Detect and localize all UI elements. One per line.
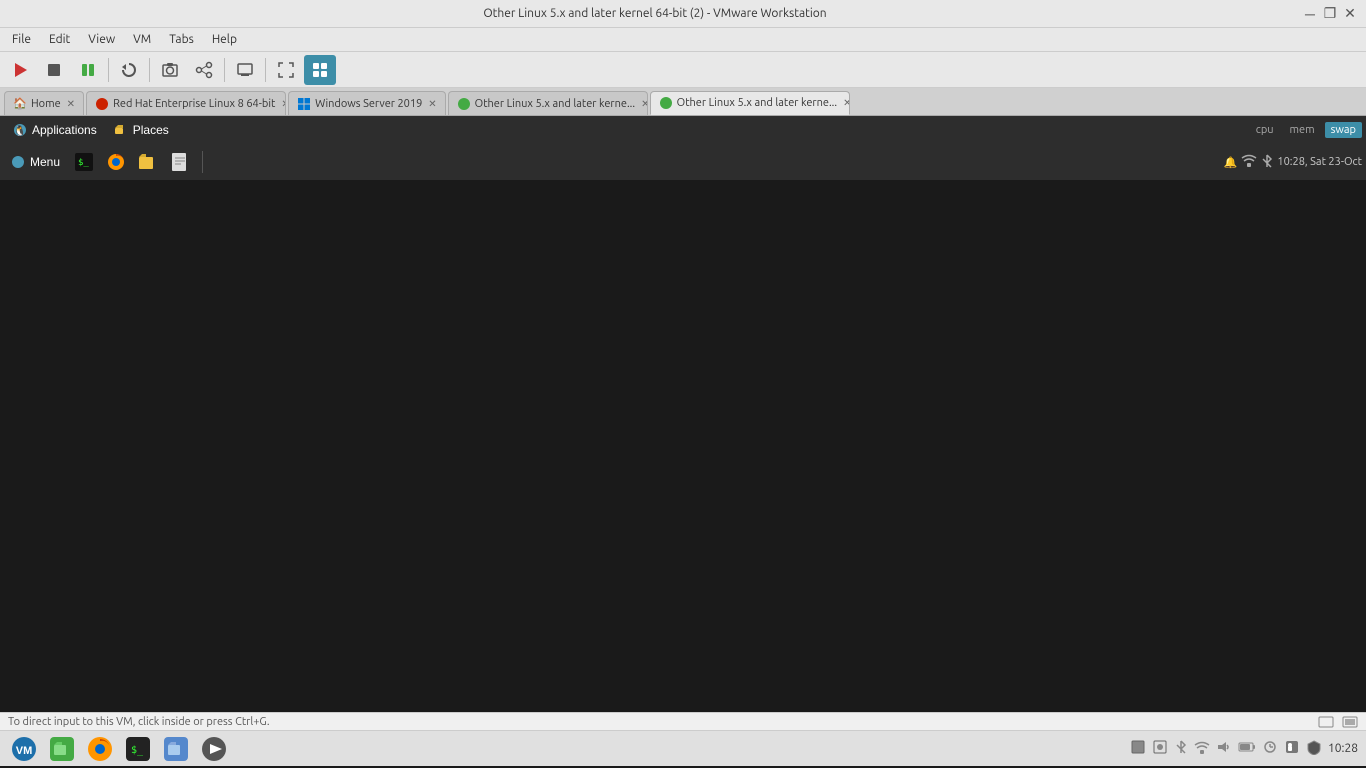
cpu-indicator: cpu xyxy=(1250,122,1280,138)
host-battery-icon xyxy=(1238,741,1256,756)
manage-snapshots-button[interactable] xyxy=(188,55,220,85)
tab-rhel[interactable]: Red Hat Enterprise Linux 8 64-bit ✕ xyxy=(86,91,286,115)
tab-home[interactable]: 🏠 Home ✕ xyxy=(4,91,84,115)
menu-tabs[interactable]: Tabs xyxy=(161,31,202,48)
host-bluetooth-icon xyxy=(1174,739,1188,758)
clock-display: 10:28, Sat 23-Oct xyxy=(1277,156,1362,168)
guest-applications-menu[interactable]: 🐧 Applications xyxy=(4,120,105,140)
suspend-button[interactable] xyxy=(72,55,104,85)
swap-indicator: swap xyxy=(1325,122,1362,138)
tab-home-close[interactable]: ✕ xyxy=(67,98,75,110)
tray-icon-2 xyxy=(1152,739,1168,758)
notification-icon: 🔔 xyxy=(1224,156,1238,169)
tray-more-1 xyxy=(1262,739,1278,758)
guest-system-tray: 🔔 10:28, Sat 23-Oct xyxy=(1224,153,1362,172)
bottom-separator xyxy=(202,151,203,173)
host-taskbar: VM $_ xyxy=(0,730,1366,766)
maximize-button[interactable]: ❐ xyxy=(1322,6,1338,22)
host-status-bar: To direct input to this VM, click inside… xyxy=(0,712,1366,730)
toolbar-separator-3 xyxy=(224,58,225,82)
guest-texteditor-button[interactable] xyxy=(166,148,194,176)
host-security-icon xyxy=(1306,739,1322,758)
tab-linux2-close[interactable]: ✕ xyxy=(843,97,850,109)
mem-indicator: mem xyxy=(1284,122,1321,138)
menu-file[interactable]: File xyxy=(4,31,39,48)
status-text: To direct input to this VM, click inside… xyxy=(8,716,270,728)
reset-button[interactable] xyxy=(113,55,145,85)
host-volume-icon xyxy=(1216,739,1232,758)
unity-button[interactable] xyxy=(304,55,336,85)
tabs-bar: 🏠 Home ✕ Red Hat Enterprise Linux 8 64-b… xyxy=(0,88,1366,116)
tray-more-2 xyxy=(1284,739,1300,758)
guest-firefox-button[interactable] xyxy=(102,148,130,176)
guest-terminal-button[interactable]: $_ xyxy=(70,148,98,176)
host-network-icon xyxy=(1194,739,1210,758)
tab-win2019-label: Windows Server 2019 xyxy=(315,98,422,110)
toolbar-separator-1 xyxy=(108,58,109,82)
host-right-status xyxy=(1318,716,1358,728)
svg-text:VM: VM xyxy=(16,745,33,757)
toolbar xyxy=(0,52,1366,88)
tab-win2019[interactable]: Windows Server 2019 ✕ xyxy=(288,91,446,115)
rhel-tab-icon xyxy=(95,97,109,111)
close-button[interactable]: ✕ xyxy=(1342,6,1358,22)
send-ctrl-alt-del-button[interactable] xyxy=(229,55,261,85)
tab-rhel-label: Red Hat Enterprise Linux 8 64-bit xyxy=(113,98,275,110)
window-controls: ─ ❐ ✕ xyxy=(1302,6,1358,22)
places-label: Places xyxy=(133,123,169,137)
guest-places-menu[interactable]: Places xyxy=(105,120,177,140)
tab-linux1-label: Other Linux 5.x and later kerne... xyxy=(475,98,635,110)
menu-edit[interactable]: Edit xyxy=(41,31,78,48)
toolbar-separator-2 xyxy=(149,58,150,82)
linux2-tab-icon xyxy=(659,96,673,110)
menu-view[interactable]: View xyxy=(80,31,123,48)
host-files-button[interactable] xyxy=(46,733,78,765)
tab-home-label: Home xyxy=(31,98,61,110)
toolbar-separator-4 xyxy=(265,58,266,82)
linux1-tab-icon xyxy=(457,97,471,111)
home-tab-icon: 🏠 xyxy=(13,97,27,111)
host-files-alt-button[interactable] xyxy=(160,733,192,765)
guest-menu-button[interactable]: Menu xyxy=(4,148,66,176)
host-vmware-player-button[interactable] xyxy=(198,733,230,765)
menu-bar: File Edit View VM Tabs Help xyxy=(0,28,1366,52)
network-icon xyxy=(1241,153,1257,172)
tab-rhel-close[interactable]: ✕ xyxy=(281,98,286,110)
menu-label: Menu xyxy=(30,155,60,169)
tab-linux2-label: Other Linux 5.x and later kerne... xyxy=(677,97,837,109)
tab-linux2[interactable]: Other Linux 5.x and later kerne... ✕ xyxy=(650,91,850,115)
guest-bottom-bar: Menu $_ 🔔 xyxy=(0,144,1366,180)
fit-icon xyxy=(1342,716,1358,728)
host-terminal-button[interactable]: $_ xyxy=(122,733,154,765)
svg-text:🐧: 🐧 xyxy=(14,124,26,137)
power-off-button[interactable] xyxy=(38,55,70,85)
tray-icon-1 xyxy=(1130,739,1146,758)
host-firefox-button[interactable] xyxy=(84,733,116,765)
menu-vm[interactable]: VM xyxy=(125,31,159,48)
snapshot-button[interactable] xyxy=(154,55,186,85)
host-system-tray: 10:28 xyxy=(1130,739,1358,758)
title-bar: Other Linux 5.x and later kernel 64-bit … xyxy=(0,0,1366,28)
stretch-icon xyxy=(1318,716,1334,728)
window-title: Other Linux 5.x and later kernel 64-bit … xyxy=(8,7,1302,20)
bluetooth-icon xyxy=(1261,153,1273,172)
host-clock: 10:28 xyxy=(1328,742,1358,755)
vm-area[interactable]: 🐧 Applications Places cpu mem swap xyxy=(0,116,1366,712)
tab-win2019-close[interactable]: ✕ xyxy=(428,98,436,110)
tab-linux1[interactable]: Other Linux 5.x and later kerne... ✕ xyxy=(448,91,648,115)
tab-linux1-close[interactable]: ✕ xyxy=(641,98,648,110)
minimize-button[interactable]: ─ xyxy=(1302,6,1318,22)
win2019-tab-icon xyxy=(297,97,311,111)
system-indicators: cpu mem swap xyxy=(1250,122,1362,138)
host-vmware-logo[interactable]: VM xyxy=(8,733,40,765)
guest-top-bar: 🐧 Applications Places cpu mem swap xyxy=(0,116,1366,144)
guest-files-button[interactable] xyxy=(134,148,162,176)
fit-screen-button[interactable] xyxy=(270,55,302,85)
svg-text:$_: $_ xyxy=(131,745,144,756)
menu-help[interactable]: Help xyxy=(204,31,245,48)
applications-label: Applications xyxy=(32,123,97,137)
power-on-button[interactable] xyxy=(4,55,36,85)
svg-text:$_: $_ xyxy=(78,158,89,168)
